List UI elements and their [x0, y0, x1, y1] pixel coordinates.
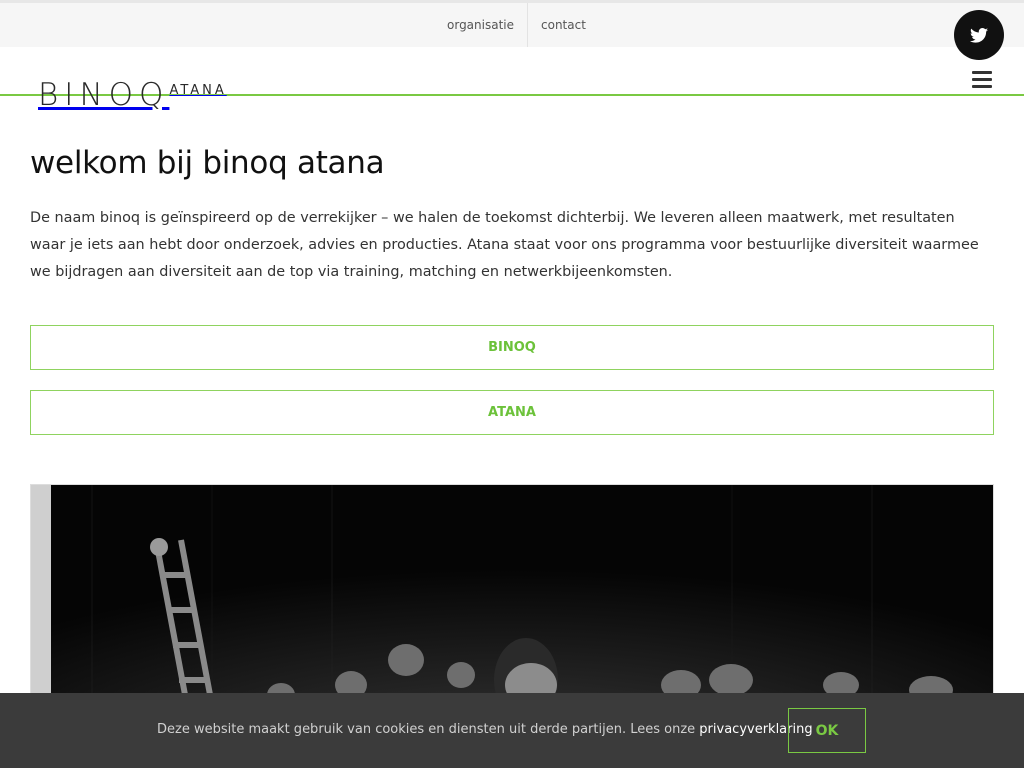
- hamburger-line: [972, 85, 992, 88]
- nav-link-contact[interactable]: contact: [527, 3, 599, 47]
- binoq-button[interactable]: BINOQ: [30, 325, 994, 370]
- cookie-ok-button[interactable]: OK: [788, 708, 866, 753]
- twitter-button[interactable]: [954, 10, 1004, 60]
- nav-link-organisatie[interactable]: organisatie: [434, 3, 527, 47]
- hamburger-icon[interactable]: [972, 71, 992, 88]
- page-title: welkom bij binoq atana: [30, 145, 385, 181]
- atana-button[interactable]: ATANA: [30, 390, 994, 435]
- hamburger-line: [972, 78, 992, 81]
- hamburger-line: [972, 71, 992, 74]
- cookie-banner: Deze website maakt gebruik van cookies e…: [0, 693, 1024, 768]
- logo-sub-wordmark: ATANA: [169, 83, 227, 98]
- top-nav: organisatie contact: [434, 3, 599, 47]
- cookie-text: Deze website maakt gebruik van cookies e…: [157, 722, 700, 737]
- cookie-message: Deze website maakt gebruik van cookies e…: [157, 722, 813, 737]
- intro-paragraph: De naam binoq is geïnspireerd op de verr…: [30, 210, 979, 280]
- site-logo[interactable]: BINOQ ATANA: [38, 76, 227, 112]
- logo-wordmark: BINOQ: [38, 77, 170, 113]
- top-bar: organisatie contact: [0, 0, 1024, 47]
- twitter-icon: [970, 27, 988, 43]
